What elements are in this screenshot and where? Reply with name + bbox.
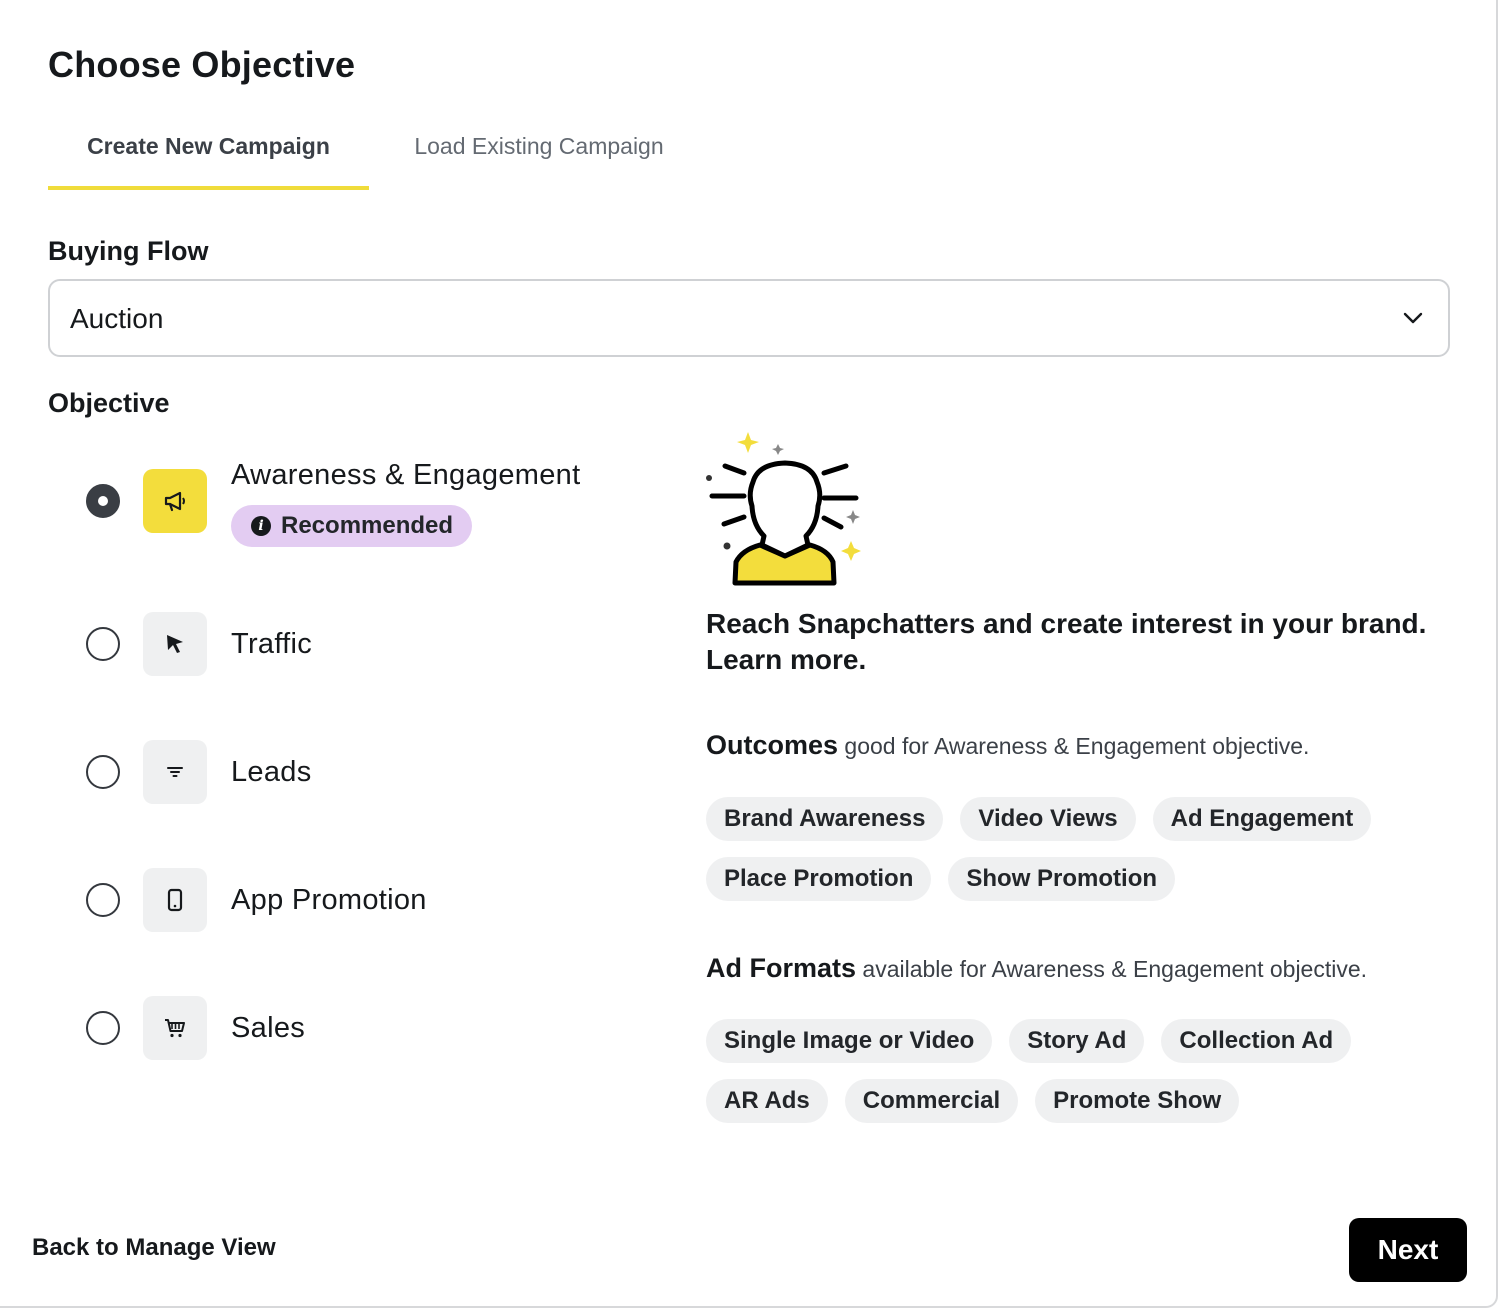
next-button[interactable]: Next xyxy=(1349,1218,1467,1282)
cart-icon xyxy=(143,996,207,1060)
radio-traffic[interactable] xyxy=(86,627,120,661)
outcome-chip: Place Promotion xyxy=(706,857,932,901)
ad-format-chip: Single Image or Video xyxy=(706,1019,993,1063)
info-icon: i xyxy=(251,516,271,536)
filter-icon xyxy=(143,740,207,804)
ad-format-chip: AR Ads xyxy=(706,1079,828,1123)
ad-formats-suffix: available for Awareness & Engagement obj… xyxy=(856,956,1368,982)
objective-label: Objective xyxy=(48,388,170,418)
phone-icon xyxy=(143,868,207,932)
cursor-icon xyxy=(143,612,207,676)
person-illustration xyxy=(706,432,861,586)
outcomes-suffix: good for Awareness & Engagement objectiv… xyxy=(838,733,1310,759)
outcome-chip: Ad Engagement xyxy=(1152,797,1372,841)
radio-awareness[interactable] xyxy=(86,484,120,518)
ad-formats-chips: Single Image or Video Story Ad Collectio… xyxy=(706,1019,1466,1139)
outcomes-title: Outcomes xyxy=(706,730,839,760)
chevron-down-icon xyxy=(1403,312,1423,324)
objective-label-app-promotion: App Promotion xyxy=(231,884,427,916)
objective-label-awareness: Awareness & Engagement xyxy=(231,459,581,491)
outcome-chip: Show Promotion xyxy=(948,857,1176,901)
ad-format-chip: Collection Ad xyxy=(1161,1019,1352,1063)
outcomes-heading: Outcomes good for Awareness & Engagement… xyxy=(706,730,1309,761)
recommended-badge: i Recommended xyxy=(231,505,473,547)
objective-label-sales: Sales xyxy=(231,1012,306,1044)
page-title: Choose Objective xyxy=(48,44,356,85)
buying-flow-label: Buying Flow xyxy=(48,236,209,266)
objective-option-leads[interactable]: Leads xyxy=(86,740,646,804)
radio-app-promotion[interactable] xyxy=(86,883,120,917)
buying-flow-select[interactable]: Auction xyxy=(48,279,1450,357)
learn-more-link[interactable]: Learn more. xyxy=(706,642,1446,678)
back-to-manage-view-link[interactable]: Back to Manage View xyxy=(32,1234,276,1262)
ad-format-chip: Story Ad xyxy=(1009,1019,1145,1063)
ad-formats-title: Ad Formats xyxy=(706,953,857,983)
outcomes-chips: Brand Awareness Video Views Ad Engagemen… xyxy=(706,797,1466,917)
ad-format-chip: Commercial xyxy=(844,1079,1019,1123)
objective-description: Reach Snapchatters and create interest i… xyxy=(706,606,1446,678)
objective-label-traffic: Traffic xyxy=(231,628,313,660)
radio-leads[interactable] xyxy=(86,755,120,789)
objective-option-sales[interactable]: Sales xyxy=(86,996,646,1060)
recommended-badge-label: Recommended xyxy=(281,512,454,539)
tab-create-new-campaign[interactable]: Create New Campaign xyxy=(48,118,369,190)
tab-load-existing-campaign[interactable]: Load Existing Campaign xyxy=(369,118,709,190)
objective-option-traffic[interactable]: Traffic xyxy=(86,612,646,676)
ad-formats-heading: Ad Formats available for Awareness & Eng… xyxy=(706,953,1367,984)
buying-flow-value: Auction xyxy=(70,303,164,334)
objective-description-text: Reach Snapchatters and create interest i… xyxy=(706,608,1427,639)
ad-format-chip: Promote Show xyxy=(1035,1079,1240,1123)
radio-sales[interactable] xyxy=(86,1011,120,1045)
outcome-chip: Video Views xyxy=(960,797,1136,841)
objective-label-leads: Leads xyxy=(231,756,312,788)
outcome-chip: Brand Awareness xyxy=(706,797,944,841)
objective-option-app-promotion[interactable]: App Promotion xyxy=(86,868,646,932)
megaphone-icon xyxy=(143,469,207,533)
objective-option-awareness[interactable]: Awareness & Engagement i Recommended xyxy=(86,459,646,547)
